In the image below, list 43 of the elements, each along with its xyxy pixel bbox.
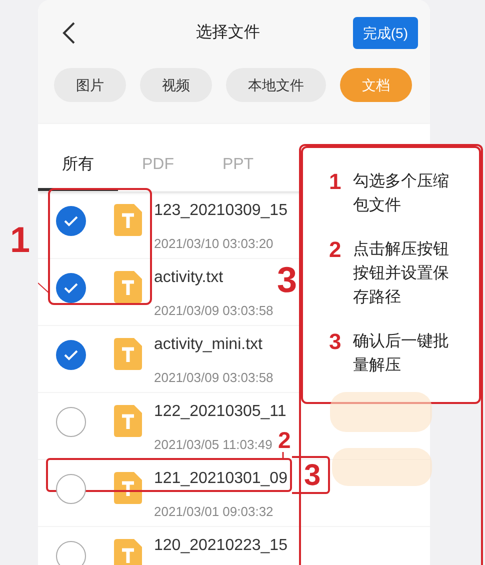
file-name: 120_20210223_15 bbox=[154, 536, 288, 556]
step-text: 点击解压按钮按钮并设置保存路径 bbox=[353, 240, 450, 308]
file-name: activity.txt bbox=[154, 268, 224, 288]
checkbox[interactable] bbox=[56, 273, 86, 303]
filter-chip[interactable]: 图片 bbox=[54, 68, 126, 102]
callout-number: 2 bbox=[278, 429, 291, 452]
checkbox[interactable] bbox=[56, 541, 86, 565]
check-icon bbox=[63, 215, 79, 227]
checkbox[interactable] bbox=[56, 474, 86, 504]
file-name: 123_20210309_15 bbox=[154, 201, 288, 221]
step-number: 3 bbox=[329, 330, 342, 354]
file-date: 2021/03/09 03:03:58 bbox=[154, 302, 274, 320]
step-text: 确认后一键批量解压 bbox=[353, 332, 450, 376]
file-date: 2021/03/01 09:03:32 bbox=[154, 503, 274, 521]
tab[interactable]: 所有 bbox=[38, 141, 118, 191]
back-icon[interactable] bbox=[62, 21, 76, 45]
check-icon bbox=[63, 282, 79, 294]
checkbox[interactable] bbox=[56, 340, 86, 370]
checkbox[interactable] bbox=[56, 206, 86, 236]
filter-chip[interactable]: 视频 bbox=[140, 68, 212, 102]
file-date: 2021/03/05 11:03:49 bbox=[154, 436, 272, 454]
done-button[interactable]: 完成(5) bbox=[352, 17, 418, 49]
leader-line bbox=[38, 282, 50, 294]
step-number: 1 bbox=[329, 170, 342, 194]
text-file-icon bbox=[114, 204, 142, 236]
text-file-icon bbox=[114, 338, 142, 370]
checkbox[interactable] bbox=[56, 407, 86, 437]
filter-chip[interactable]: 本地文件 bbox=[226, 68, 326, 102]
text-file-icon bbox=[114, 271, 142, 303]
file-date: 2021/03/10 03:03:20 bbox=[154, 235, 274, 253]
text-file-icon bbox=[114, 472, 142, 504]
callout-number: 3 bbox=[277, 262, 298, 298]
file-name: activity_mini.txt bbox=[154, 335, 264, 355]
text-file-icon bbox=[114, 405, 142, 437]
step-text: 勾选多个压缩包文件 bbox=[353, 172, 450, 216]
file-name: 122_20210305_11 bbox=[154, 402, 286, 422]
page-title: 选择文件 bbox=[196, 22, 260, 43]
check-icon bbox=[63, 349, 79, 361]
file-date: 2021/03/09 03:03:58 bbox=[154, 369, 274, 387]
callout-number: 1 bbox=[10, 222, 30, 258]
step-number: 2 bbox=[329, 238, 342, 262]
file-name: 121_20210301_09 bbox=[154, 469, 288, 489]
callout-number: 3 bbox=[304, 461, 321, 491]
